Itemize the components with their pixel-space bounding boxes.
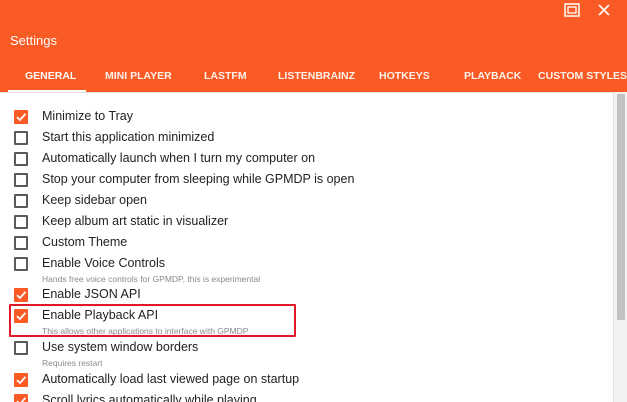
option-label: Start this application minimized (42, 130, 215, 144)
checkbox-keep-album-art-static-in-visualizer[interactable] (14, 215, 28, 229)
settings-content: Minimize to Tray Start this application m… (0, 92, 613, 402)
tab-playback[interactable]: PLAYBACK (464, 66, 521, 92)
option-label: Automatically load last viewed page on s… (42, 372, 300, 386)
vertical-scrollbar[interactable] (613, 92, 627, 402)
option-description: Hands free voice controls for GPMDP, thi… (42, 274, 261, 284)
close-icon (597, 3, 611, 22)
checkbox-automatically-launch-when-i-turn-my-computer-on[interactable] (14, 152, 28, 166)
option-label: Automatically launch when I turn my comp… (42, 151, 316, 165)
tab-listenbrainz[interactable]: LISTENBRAINZ (278, 66, 355, 92)
option-label: Scroll lyrics automatically while playin… (42, 393, 257, 402)
tab-lastfm[interactable]: LASTFM (204, 66, 247, 92)
option-label: Keep sidebar open (42, 193, 147, 207)
option-label: Enable JSON API (42, 287, 141, 301)
scroll-thumb[interactable] (617, 94, 625, 320)
restore-button[interactable] (560, 2, 584, 22)
checkbox-custom-theme[interactable] (14, 236, 28, 250)
title-bar: Settings GENERAL MINI PLAYER LASTFM LIST… (0, 0, 627, 92)
option-label: Keep album art static in visualizer (42, 214, 229, 228)
checkbox-enable-json-api[interactable] (14, 288, 28, 302)
checkbox-minimize-to-tray[interactable] (14, 110, 28, 124)
settings-tabs: GENERAL MINI PLAYER LASTFM LISTENBRAINZ … (0, 66, 627, 92)
option-label: Enable Voice Controls (42, 256, 165, 270)
tab-mini-player[interactable]: MINI PLAYER (105, 66, 172, 92)
tab-general[interactable]: GENERAL (25, 66, 76, 92)
tab-hotkeys[interactable]: HOTKEYS (379, 66, 430, 92)
checkbox-use-system-window-borders[interactable] (14, 341, 28, 355)
checkbox-automatically-load-last-viewed-page-on-startup[interactable] (14, 373, 28, 387)
restore-icon (564, 2, 580, 22)
option-label: Custom Theme (42, 235, 128, 249)
tab-custom-styles[interactable]: CUSTOM STYLES (538, 66, 627, 92)
option-description: Requires restart (42, 358, 103, 368)
checkbox-enable-voice-controls[interactable] (14, 257, 28, 271)
option-description: This allows other applications to interf… (42, 326, 249, 336)
checkbox-stop-your-computer-from-sleeping-while-gpmdp-is-open[interactable] (14, 173, 28, 187)
close-button[interactable] (592, 2, 616, 22)
window-title: Settings (10, 33, 57, 48)
checkbox-scroll-lyrics-automatically-while-playing[interactable] (14, 394, 28, 402)
option-label: Use system window borders (42, 340, 199, 354)
option-label: Stop your computer from sleeping while G… (42, 172, 355, 186)
checkbox-keep-sidebar-open[interactable] (14, 194, 28, 208)
checkbox-enable-playback-api[interactable] (14, 309, 28, 323)
checkbox-start-this-application-minimized[interactable] (14, 131, 28, 145)
option-label: Enable Playback API (42, 308, 159, 322)
option-label: Minimize to Tray (42, 109, 133, 123)
